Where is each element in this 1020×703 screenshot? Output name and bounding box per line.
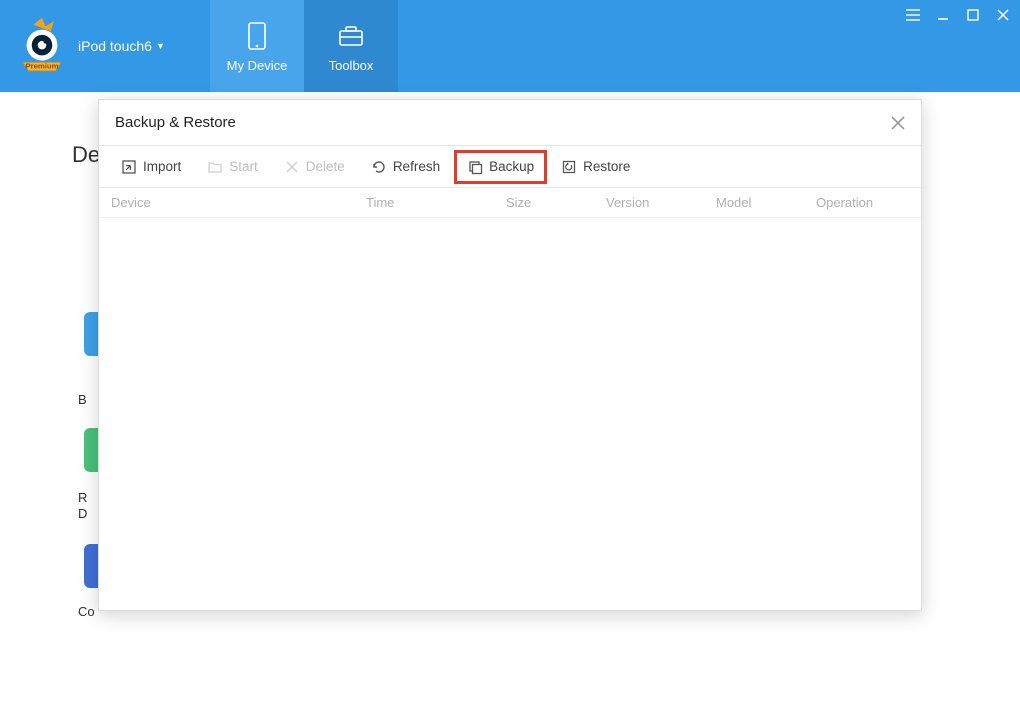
device-selector[interactable]: iPod touch6 ▼ bbox=[78, 38, 165, 54]
nav-toolbox[interactable]: Toolbox bbox=[304, 0, 398, 92]
delete-label: Delete bbox=[306, 159, 345, 174]
start-button: Start bbox=[195, 151, 270, 183]
table-header: Device Time Size Version Model Operation bbox=[99, 188, 921, 218]
menu-icon[interactable] bbox=[904, 6, 922, 24]
refresh-label: Refresh bbox=[393, 159, 440, 174]
logo-area: Premium iPod touch6 ▼ bbox=[0, 0, 210, 92]
chevron-down-icon: ▼ bbox=[156, 41, 165, 51]
import-button[interactable]: Import bbox=[109, 151, 193, 183]
minimize-button[interactable] bbox=[934, 6, 952, 24]
refresh-icon bbox=[371, 159, 387, 175]
col-version: Version bbox=[606, 195, 716, 210]
import-label: Import bbox=[143, 159, 181, 174]
folder-icon bbox=[207, 159, 223, 175]
app-titlebar: Premium iPod touch6 ▼ My Device Toolbox bbox=[0, 0, 1020, 92]
bg-tile-2-label-2: D bbox=[78, 506, 87, 521]
dialog-header: Backup & Restore bbox=[99, 100, 921, 146]
dialog-title: Backup & Restore bbox=[115, 114, 236, 131]
restore-label: Restore bbox=[583, 159, 630, 174]
backup-restore-dialog: Backup & Restore Import Start Delete Ref… bbox=[98, 99, 922, 611]
import-icon bbox=[121, 159, 137, 175]
nav-toolbox-label: Toolbox bbox=[329, 58, 374, 73]
svg-text:Premium: Premium bbox=[26, 61, 59, 70]
nav-my-device[interactable]: My Device bbox=[210, 0, 304, 92]
device-name-label: iPod touch6 bbox=[78, 38, 152, 54]
bg-tile-2-label-1: R bbox=[78, 490, 87, 505]
refresh-button[interactable]: Refresh bbox=[359, 151, 452, 183]
col-device: Device bbox=[111, 195, 366, 210]
maximize-button[interactable] bbox=[964, 6, 982, 24]
backup-button[interactable]: Backup bbox=[454, 150, 547, 184]
col-operation: Operation bbox=[816, 195, 909, 210]
dialog-toolbar: Import Start Delete Refresh Backup Resto… bbox=[99, 146, 921, 188]
delete-icon bbox=[284, 159, 300, 175]
bg-tile-1-label: B bbox=[78, 392, 87, 407]
col-size: Size bbox=[506, 195, 606, 210]
main-nav: My Device Toolbox bbox=[210, 0, 398, 92]
window-controls bbox=[904, 6, 1012, 24]
table-body-empty bbox=[99, 218, 921, 610]
bg-tile-3-label: Co bbox=[78, 604, 95, 619]
tablet-icon bbox=[241, 20, 273, 52]
col-model: Model bbox=[716, 195, 816, 210]
toolbox-icon bbox=[335, 20, 367, 52]
backup-label: Backup bbox=[489, 159, 534, 174]
app-logo-icon: Premium bbox=[16, 16, 68, 76]
nav-my-device-label: My Device bbox=[227, 58, 288, 73]
restore-button[interactable]: Restore bbox=[549, 151, 642, 183]
close-button[interactable] bbox=[994, 6, 1012, 24]
start-label: Start bbox=[229, 159, 258, 174]
backup-icon bbox=[467, 159, 483, 175]
restore-icon bbox=[561, 159, 577, 175]
bg-heading-fragment: De bbox=[72, 142, 100, 168]
dialog-close-button[interactable] bbox=[889, 114, 907, 132]
col-time: Time bbox=[366, 195, 506, 210]
delete-button: Delete bbox=[272, 151, 357, 183]
